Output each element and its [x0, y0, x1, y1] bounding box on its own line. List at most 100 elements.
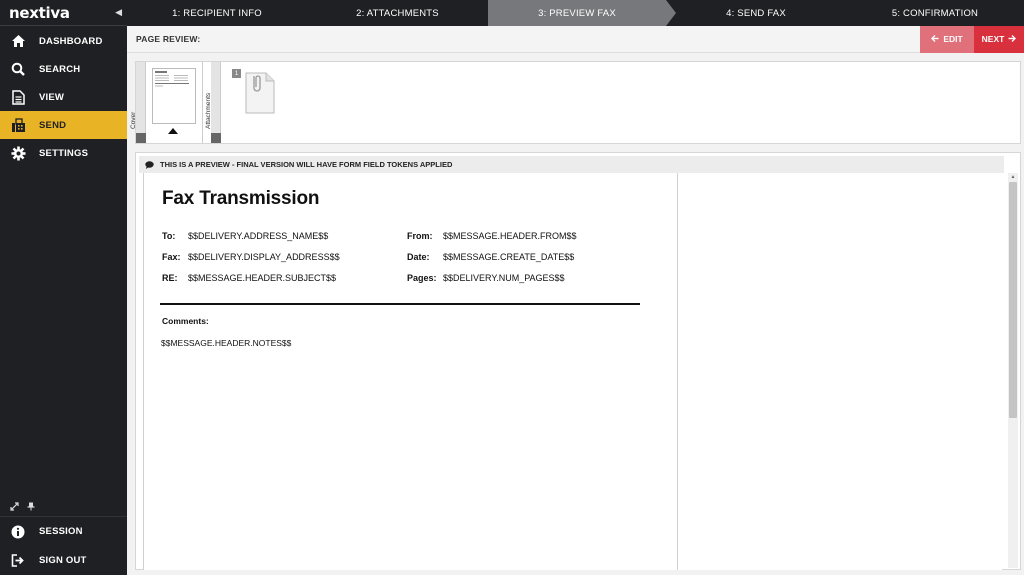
scrollbar-thumb[interactable]	[1009, 182, 1017, 418]
fax-re-value: $$MESSAGE.HEADER.SUBJECT$$	[188, 272, 337, 283]
step-label: 5: CONFIRMATION	[891, 7, 979, 19]
speech-bubble-icon	[145, 160, 154, 169]
fax-to-key: To:	[162, 230, 176, 241]
cover-page-thumbnail[interactable]	[146, 62, 203, 143]
attachment-count-badge: 1	[232, 69, 241, 78]
fax-row-fax-date: Fax: $$DELIVERY.DISPLAY_ADDRESS$$ Date: …	[162, 246, 652, 267]
step-send-fax[interactable]: 4: SEND FAX	[666, 0, 846, 26]
main-nav: DASHBOARD SEARCH VIEW SEND SETTINGS	[0, 27, 127, 167]
fax-preview-panel: THIS IS A PREVIEW - FINAL VERSION WILL H…	[135, 152, 1021, 570]
attachments-thumbnail-group: Attachments 1	[205, 62, 281, 143]
fax-pages: Pages: $$DELIVERY.NUM_PAGES$$	[407, 273, 652, 283]
step-label: 2: ATTACHMENTS	[356, 7, 439, 19]
sidebar-item-label: SEARCH	[39, 63, 81, 75]
sign-out-icon	[10, 553, 26, 569]
fax-date: Date: $$MESSAGE.CREATE_DATE$$	[407, 252, 652, 262]
fax-number-value: $$DELIVERY.DISPLAY_ADDRESS$$	[188, 251, 340, 262]
comments-label: Comments:	[162, 316, 209, 326]
attachment-file-icon	[245, 72, 275, 114]
edit-label: EDIT	[943, 34, 963, 44]
preview-notice-text: THIS IS A PREVIEW - FINAL VERSION WILL H…	[160, 160, 453, 169]
sidebar-item-label: DASHBOARD	[39, 35, 103, 47]
fax-number-key: Fax:	[162, 251, 181, 262]
gear-icon	[10, 145, 26, 161]
mini-tools	[0, 499, 127, 517]
page-preview-icon	[152, 68, 196, 124]
arrow-left-icon	[931, 34, 939, 44]
cover-tab-marker	[136, 133, 146, 143]
preview-notice: THIS IS A PREVIEW - FINAL VERSION WILL H…	[139, 156, 1004, 173]
nextiva-logo: nextiva	[9, 3, 70, 22]
info-icon	[10, 524, 26, 540]
attachments-tab-marker	[211, 133, 221, 143]
cover-tab[interactable]: Cover	[130, 62, 146, 143]
collapse-sidebar-icon[interactable]: ◀	[115, 7, 122, 18]
page-edge	[143, 173, 144, 570]
fax-from-key: From:	[407, 230, 433, 241]
home-icon	[10, 33, 26, 49]
cover-tab-label: Cover	[130, 111, 137, 129]
fax-pages-key: Pages:	[407, 272, 437, 283]
search-icon	[10, 61, 26, 77]
step-attachments[interactable]: 2: ATTACHMENTS	[307, 0, 488, 26]
scroll-up-icon[interactable]: ▲	[1008, 173, 1018, 181]
fax-re-key: RE:	[162, 272, 178, 283]
pin-icon[interactable]	[27, 502, 35, 513]
attachments-tab-label: Attachments	[205, 92, 212, 129]
step-label: 1: RECIPIENT INFO	[172, 7, 262, 19]
sidebar-item-send[interactable]: SEND	[0, 111, 127, 139]
next-label: NEXT	[981, 34, 1005, 44]
sidebar-item-settings[interactable]: SETTINGS	[0, 139, 127, 167]
page-review-label: PAGE REVIEW:	[136, 34, 201, 44]
expand-icon[interactable]	[10, 502, 19, 513]
fax-number: Fax: $$DELIVERY.DISPLAY_ADDRESS$$	[162, 252, 407, 262]
fax-cover-sheet: Fax Transmission To: $$DELIVERY.ADDRESS_…	[160, 188, 652, 348]
sidebar-item-dashboard[interactable]: DASHBOARD	[0, 27, 127, 55]
wizard-steps: 1: RECIPIENT INFO 2: ATTACHMENTS 3: PREV…	[127, 0, 1024, 26]
next-button[interactable]: NEXT	[974, 25, 1024, 53]
sidebar-item-session[interactable]: SESSION	[0, 517, 127, 546]
fax-icon	[10, 117, 26, 133]
page-review-bar: PAGE REVIEW: EDIT NEXT	[127, 25, 1024, 53]
sidebar-item-sign-out[interactable]: SIGN OUT	[0, 546, 127, 575]
sidebar-item-search[interactable]: SEARCH	[0, 55, 127, 83]
fax-to: To: $$DELIVERY.ADDRESS_NAME$$	[162, 231, 407, 241]
page-thumbnails: Cover Attachments 1	[130, 61, 1021, 144]
preview-scrollbar[interactable]: ▲	[1008, 173, 1018, 568]
action-buttons: EDIT NEXT	[920, 25, 1024, 53]
sidebar-item-label: SIGN OUT	[39, 555, 87, 566]
fax-date-value: $$MESSAGE.CREATE_DATE$$	[443, 251, 575, 262]
arrow-right-icon	[1008, 34, 1017, 44]
fax-date-key: Date:	[407, 251, 430, 262]
step-confirmation[interactable]: 5: CONFIRMATION	[846, 0, 1024, 26]
sidebar-item-view[interactable]: VIEW	[0, 83, 127, 111]
fax-to-value: $$DELIVERY.ADDRESS_NAME$$	[188, 230, 329, 241]
attachments-tab[interactable]: Attachments	[205, 62, 221, 143]
sidebar-item-label: SETTINGS	[39, 147, 89, 159]
logo-bar: nextiva ◀	[0, 0, 127, 26]
sidebar-item-label: VIEW	[39, 91, 65, 103]
fax-divider	[160, 303, 640, 305]
edit-button[interactable]: EDIT	[920, 25, 974, 53]
sidebar: nextiva ◀ DASHBOARD SEARCH VIEW SEND SET…	[0, 0, 127, 575]
sidebar-bottom: SESSION SIGN OUT	[0, 499, 127, 575]
fax-from: From: $$MESSAGE.HEADER.FROM$$	[407, 231, 652, 241]
fax-from-value: $$MESSAGE.HEADER.FROM$$	[443, 230, 577, 241]
step-recipient-info[interactable]: 1: RECIPIENT INFO	[127, 0, 307, 26]
fax-row-re-pages: RE: $$MESSAGE.HEADER.SUBJECT$$ Pages: $$…	[162, 267, 652, 288]
sidebar-item-label: SESSION	[39, 526, 83, 537]
fax-row-to-from: To: $$DELIVERY.ADDRESS_NAME$$ From: $$ME…	[162, 225, 652, 246]
selected-page-caret-icon	[168, 128, 178, 134]
sidebar-item-label: SEND	[39, 119, 67, 131]
cover-thumbnail-group: Cover	[130, 62, 203, 143]
step-label: 4: SEND FAX	[726, 7, 786, 19]
step-preview-fax[interactable]: 3: PREVIEW FAX	[488, 0, 676, 26]
attachment-thumbnail[interactable]: 1	[221, 62, 281, 143]
comments-value: $$MESSAGE.HEADER.NOTES$$	[161, 338, 292, 348]
main-content: PAGE REVIEW: EDIT NEXT Cover Attachments…	[127, 25, 1024, 575]
fax-pages-value: $$DELIVERY.NUM_PAGES$$	[443, 272, 565, 283]
fax-re: RE: $$MESSAGE.HEADER.SUBJECT$$	[162, 273, 407, 283]
fax-title: Fax Transmission	[162, 188, 320, 209]
document-icon	[10, 89, 26, 105]
page-divider	[677, 173, 678, 570]
